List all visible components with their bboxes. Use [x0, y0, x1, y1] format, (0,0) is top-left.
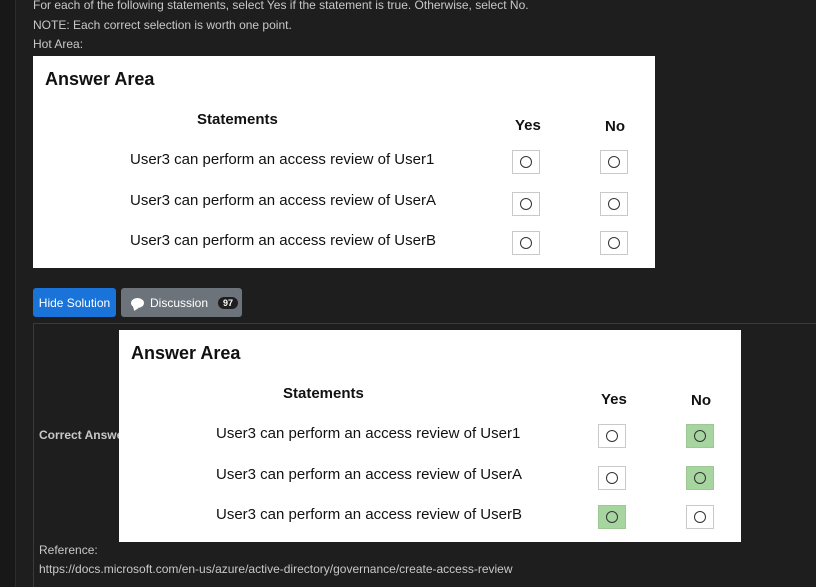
yes-radio-row-3[interactable] — [512, 231, 540, 255]
chat-bubble-icon — [131, 297, 144, 308]
yes-radio-row-3-selected — [598, 505, 626, 529]
no-radio-row-2-selected — [686, 466, 714, 490]
statements-header: Statements — [283, 385, 364, 402]
radio-circle-icon — [606, 472, 618, 484]
radio-circle-icon — [608, 156, 620, 168]
yes-radio-row-2[interactable] — [512, 192, 540, 216]
question-answer-area: Answer Area Statements Yes No User3 can … — [33, 56, 655, 268]
discussion-count-badge: 97 — [218, 296, 239, 309]
statement-row-2: User3 can perform an access review of Us… — [130, 192, 436, 209]
radio-circle-icon — [694, 511, 706, 523]
instructions-text: For each of the following statements, se… — [33, 0, 529, 12]
no-header: No — [605, 118, 625, 135]
radio-circle-icon — [608, 198, 620, 210]
radio-circle-icon — [608, 237, 620, 249]
no-header: No — [691, 392, 711, 409]
statement-row-1: User3 can perform an access review of Us… — [216, 425, 521, 442]
radio-circle-icon — [520, 237, 532, 249]
statement-row-3: User3 can perform an access review of Us… — [216, 506, 522, 523]
radio-circle-icon — [694, 472, 706, 484]
yes-header: Yes — [601, 391, 627, 408]
no-radio-row-1-selected — [686, 424, 714, 448]
note-text: NOTE: Each correct selection is worth on… — [33, 18, 292, 32]
discussion-button[interactable]: Discussion 97 — [121, 288, 242, 317]
answer-area-title: Answer Area — [131, 343, 241, 363]
no-radio-row-3 — [686, 505, 714, 529]
no-radio-row-1[interactable] — [600, 150, 628, 174]
solution-answer-area: Answer Area Statements Yes No User3 can … — [119, 330, 741, 542]
answer-area-title: Answer Area — [45, 69, 155, 89]
correct-answer-label: Correct Answer: — [39, 428, 132, 442]
statements-header: Statements — [197, 111, 278, 128]
yes-header: Yes — [515, 117, 541, 134]
statement-row-1: User3 can perform an access review of Us… — [130, 151, 435, 168]
no-radio-row-3[interactable] — [600, 231, 628, 255]
radio-circle-icon — [520, 198, 532, 210]
statement-row-3: User3 can perform an access review of Us… — [130, 232, 436, 249]
yes-radio-row-1 — [598, 424, 626, 448]
radio-circle-icon — [694, 430, 706, 442]
hide-solution-button[interactable]: Hide Solution — [33, 288, 116, 317]
statement-row-2: User3 can perform an access review of Us… — [216, 466, 522, 483]
left-edge-strip — [0, 0, 16, 587]
hot-area-label: Hot Area: — [33, 37, 84, 51]
discussion-label: Discussion — [150, 295, 209, 310]
no-radio-row-2[interactable] — [600, 192, 628, 216]
radio-circle-icon — [606, 430, 618, 442]
radio-circle-icon — [606, 511, 618, 523]
yes-radio-row-1[interactable] — [512, 150, 540, 174]
yes-radio-row-2 — [598, 466, 626, 490]
reference-link[interactable]: https://docs.microsoft.com/en-us/azure/a… — [39, 562, 513, 576]
radio-circle-icon — [520, 156, 532, 168]
reference-label: Reference: — [39, 543, 98, 557]
